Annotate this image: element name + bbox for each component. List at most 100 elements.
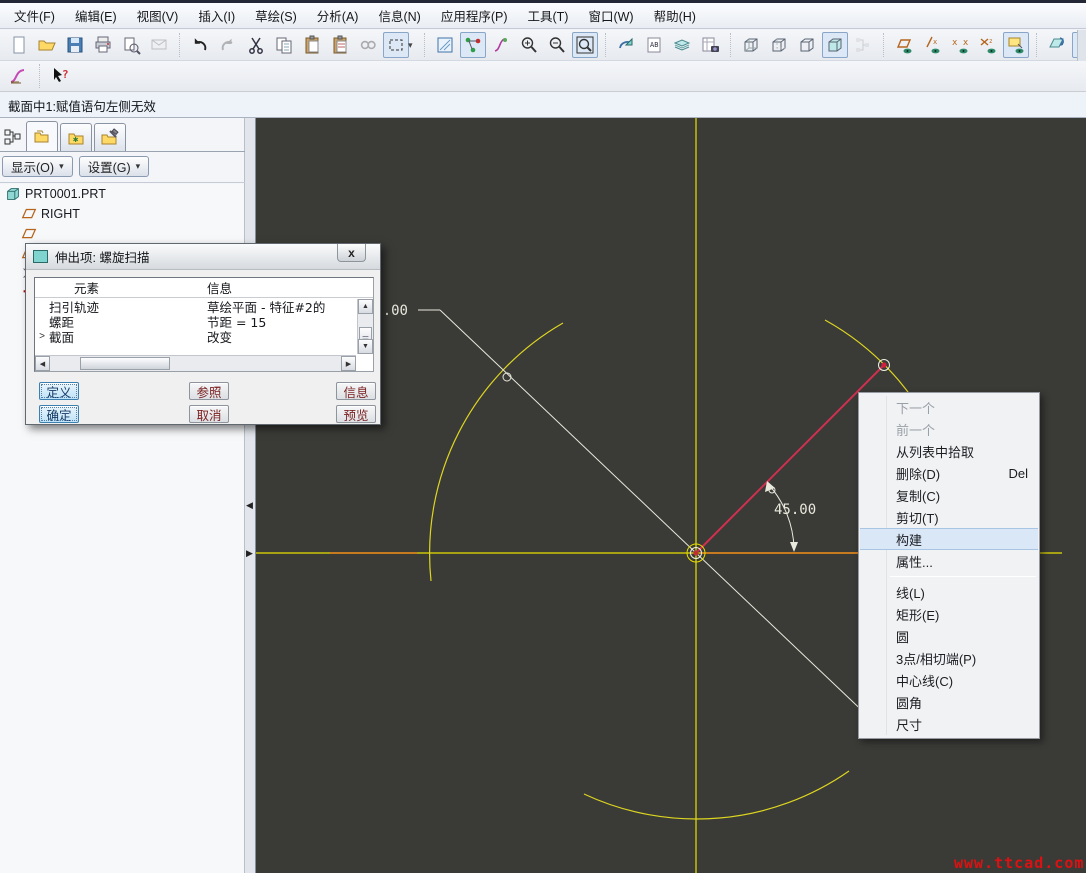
hidden-line-cube-icon[interactable] (766, 32, 792, 58)
endpoint-marker[interactable] (881, 362, 886, 367)
print-icon[interactable] (90, 32, 116, 58)
sketcher-tool-icon[interactable] (6, 63, 32, 89)
menu-v[interactable]: 视图(V) (127, 2, 189, 29)
zoom-in-icon[interactable] (516, 32, 542, 58)
no-hidden-cube-icon[interactable] (794, 32, 820, 58)
display-dropdown-button[interactable]: 显示(O)▾ (2, 156, 73, 177)
context-menu-item-删除D[interactable]: 删除(D)Del (860, 462, 1038, 484)
context-menu-item-构建[interactable]: 构建 (860, 528, 1038, 550)
context-menu-item-尺寸[interactable]: 尺寸 (860, 713, 1038, 735)
dialog-button-定义[interactable]: 定义 (39, 382, 79, 400)
note-toggle-icon[interactable] (1003, 32, 1029, 58)
model-tree-tab[interactable] (0, 123, 26, 151)
center-point[interactable] (693, 550, 698, 555)
zoom-out-icon[interactable] (544, 32, 570, 58)
collapse-panel-icon[interactable]: ◀ (246, 500, 253, 511)
vertical-scrollbar[interactable]: ▲ ☰ ▼ (357, 299, 373, 354)
paste-icon[interactable] (299, 32, 325, 58)
dialog-button-取消[interactable]: 取消 (189, 405, 229, 423)
panel-splitter[interactable]: ◀ ▶ (245, 118, 256, 873)
close-icon[interactable]: x (337, 244, 366, 262)
menu-f[interactable]: 文件(F) (4, 2, 65, 29)
menu-item-label: 剪切(T) (896, 508, 939, 527)
settings-dropdown-button[interactable]: 设置(G)▾ (79, 156, 150, 177)
tree-item[interactable] (0, 224, 244, 244)
context-menu-item-剪切T[interactable]: 剪切(T) (860, 506, 1038, 528)
shaded-cube-icon[interactable] (822, 32, 848, 58)
context-menu-item-属性[interactable]: 属性... (860, 550, 1038, 572)
scroll-up-icon[interactable]: ▲ (358, 299, 373, 314)
menu-t[interactable]: 工具(T) (518, 2, 579, 29)
cut-icon[interactable] (243, 32, 269, 58)
paste-special-icon[interactable] (327, 32, 353, 58)
element-table-row[interactable]: >截面改变 (35, 329, 356, 344)
favorites-tab[interactable]: ✱ (60, 123, 92, 151)
dialog-title: 伸出项: 螺旋扫描 (55, 247, 149, 266)
menu-item-label: 属性... (896, 552, 933, 571)
undo-icon[interactable] (187, 32, 213, 58)
dimension-arrow-bottom (790, 542, 798, 552)
repaint-icon[interactable] (613, 32, 639, 58)
dialog-button-确定[interactable]: 确定 (39, 405, 79, 423)
leader-dimension-text[interactable]: .00 (383, 303, 408, 319)
context-menu-item-中心线C[interactable]: 中心线(C) (860, 669, 1038, 691)
column-header-info: 信息 (207, 278, 373, 297)
scroll-right-icon[interactable]: ▶ (341, 356, 356, 371)
angle-dimension-text[interactable]: 45.00 (774, 502, 816, 518)
horizontal-scroll-thumb[interactable] (80, 357, 170, 370)
context-menu-item-线L[interactable]: 线(L) (860, 581, 1038, 603)
arc-upper-left[interactable] (430, 323, 563, 581)
datum-plane-toggle-icon[interactable] (891, 32, 917, 58)
context-help-icon[interactable]: ? (47, 63, 73, 89)
datum-refs-icon[interactable] (460, 32, 486, 58)
print-preview-icon[interactable] (118, 32, 144, 58)
dialog-button-预览[interactable]: 预览 (336, 405, 376, 423)
context-menu-item-从列表中拾取[interactable]: 从列表中拾取 (860, 440, 1038, 462)
menu-item-label: 矩形(E) (896, 605, 939, 624)
new-file-icon[interactable] (6, 32, 32, 58)
menu-i[interactable]: 插入(I) (188, 2, 245, 29)
model-tree-camera-icon[interactable] (697, 32, 723, 58)
dialog-title-bar[interactable]: 伸出项: 螺旋扫描 (26, 244, 380, 270)
context-menu-item-3点相切端P[interactable]: 3点/相切端(P) (860, 647, 1038, 669)
context-menu-item-复制C[interactable]: 复制(C) (860, 484, 1038, 506)
layers-icon[interactable] (669, 32, 695, 58)
annotation-ab-icon[interactable]: AB (641, 32, 667, 58)
sketch-view-icon[interactable] (432, 32, 458, 58)
menu-a[interactable]: 分析(A) (307, 2, 369, 29)
scroll-down-icon[interactable]: ▼ (358, 339, 373, 354)
open-file-icon[interactable] (34, 32, 60, 58)
menu-e[interactable]: 编辑(E) (65, 2, 127, 29)
menu-p[interactable]: 应用程序(P) (431, 2, 518, 29)
csys-toggle-icon[interactable]: z (975, 32, 1001, 58)
menu-h[interactable]: 帮助(H) (644, 2, 706, 29)
selected-line-45deg[interactable] (696, 365, 884, 553)
context-menu-item-矩形E[interactable]: 矩形(E) (860, 603, 1038, 625)
toolbar-overflow-strip[interactable] (1077, 30, 1086, 61)
menu-w[interactable]: 窗口(W) (578, 2, 643, 29)
context-menu-item-圆角[interactable]: 圆角 (860, 691, 1038, 713)
horizontal-scrollbar[interactable]: ◀ ▶ (35, 355, 356, 371)
sketch-setup-icon[interactable] (488, 32, 514, 58)
context-menu-item-圆[interactable]: 圆 (860, 625, 1038, 647)
dropdown-caret-icon[interactable]: ▾ (408, 40, 418, 51)
scroll-left-icon[interactable]: ◀ (35, 356, 50, 371)
point-toggle-icon[interactable]: x x (947, 32, 973, 58)
dialog-button-信息[interactable]: 信息 (336, 382, 376, 400)
reorient-icon[interactable] (1044, 32, 1070, 58)
dialog-button-参照[interactable]: 参照 (189, 382, 229, 400)
save-icon[interactable] (62, 32, 88, 58)
tree-item-right[interactable]: RIGHT (0, 204, 244, 224)
tools-tab[interactable] (94, 123, 126, 151)
menu-n[interactable]: 信息(N) (368, 2, 430, 29)
menu-s[interactable]: 草绘(S) (245, 2, 307, 29)
copy-icon[interactable] (271, 32, 297, 58)
zoom-fit-icon[interactable] (572, 32, 598, 58)
select-box-icon[interactable] (383, 32, 409, 58)
arc-bottom[interactable] (584, 771, 849, 819)
tree-item-prt0001prt[interactable]: PRT0001.PRT (0, 184, 244, 204)
datum-axis-toggle-icon[interactable]: x (919, 32, 945, 58)
expand-panel-icon[interactable]: ▶ (246, 548, 253, 559)
folder-tab[interactable] (26, 121, 58, 151)
wireframe-cube-icon[interactable] (738, 32, 764, 58)
